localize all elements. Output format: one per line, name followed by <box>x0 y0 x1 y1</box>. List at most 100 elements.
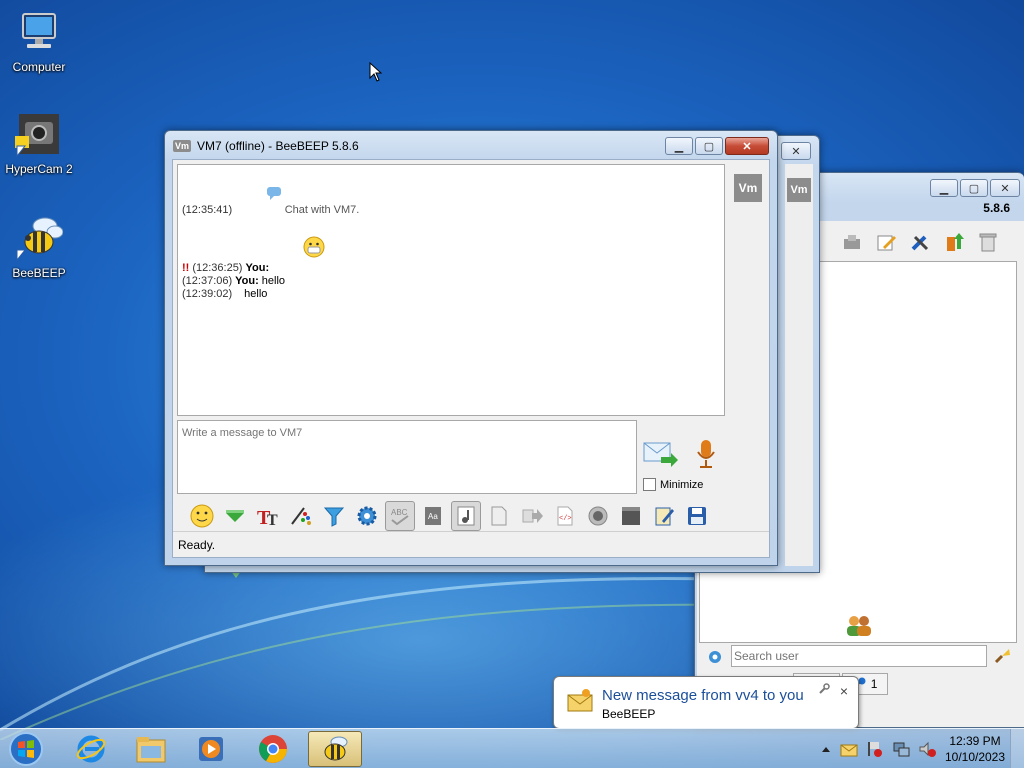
windows-logo-icon <box>9 732 43 766</box>
close-button[interactable]: ✕ <box>781 142 811 160</box>
minimize-button[interactable]: ▁ <box>930 179 958 197</box>
message-text: hello <box>261 275 286 287</box>
spellcheck-icon: ABC <box>391 508 409 526</box>
gear-icon <box>357 506 377 526</box>
spellcheck-button[interactable]: ABC <box>385 501 415 531</box>
taskbar: 12:39 PM 10/10/2023 <box>0 728 1024 768</box>
beebeep-tray-icon[interactable] <box>836 729 862 768</box>
notification-close-button[interactable]: × <box>840 683 848 699</box>
trash-icon[interactable] <box>973 227 1003 257</box>
message-text: Chat with VM7. <box>284 204 360 216</box>
maximize-button[interactable]: ▢ <box>960 179 988 197</box>
chat-message: !! (12:36:25) You: <box>182 223 720 275</box>
font-button[interactable]: TT <box>253 501 283 531</box>
internet-explorer-icon <box>76 735 106 763</box>
window-controls: ▁ ▢ ✕ <box>930 179 1020 197</box>
main-toolbar <box>837 227 1003 257</box>
taskbar-ie[interactable] <box>64 731 118 767</box>
message-time: (12:39:02) <box>182 288 233 300</box>
close-button[interactable]: ✕ <box>990 179 1020 197</box>
save-chat-button[interactable] <box>220 501 250 531</box>
settings-tools-icon[interactable] <box>905 227 935 257</box>
chat-panel: (12:35:41) Chat with VM7. !! (12:36:25) … <box>172 159 770 558</box>
window-badge: Vm <box>173 140 192 152</box>
message-time: (12:37:06) <box>182 275 233 287</box>
taskbar-media-player[interactable] <box>184 731 238 767</box>
hypercam-icon <box>15 110 63 158</box>
message-sender: You: <box>245 262 270 274</box>
camera-icon <box>588 506 608 526</box>
status-text: Ready. <box>178 538 216 552</box>
network-icon[interactable] <box>837 227 867 257</box>
desktop-icon-hypercam[interactable]: HyperCam 2 <box>1 110 77 176</box>
terminal-button[interactable] <box>616 501 646 531</box>
save-button[interactable] <box>682 501 712 531</box>
edit-button[interactable] <box>649 501 679 531</box>
mouse-cursor-icon <box>369 61 383 85</box>
forward-icon <box>522 509 543 523</box>
message-input[interactable] <box>177 420 637 494</box>
desktop-icon-label: BeeBEEP <box>12 266 66 280</box>
taskbar-beebeep[interactable] <box>308 731 362 767</box>
desktop-icon-computer[interactable]: Computer <box>1 8 77 74</box>
show-desktop-button[interactable] <box>1010 729 1024 768</box>
emoticon-button[interactable] <box>187 501 217 531</box>
update-icon[interactable] <box>939 227 969 257</box>
clock[interactable]: 12:39 PM 10/10/2023 <box>940 733 1010 765</box>
file-icon <box>491 506 507 526</box>
filter-icon <box>323 507 345 527</box>
taskbar-explorer[interactable] <box>124 731 178 767</box>
action-center-icon[interactable] <box>862 729 888 768</box>
minimize-checkbox[interactable]: Minimize <box>643 478 703 491</box>
window-controls: ✕ <box>781 142 811 160</box>
avatar: Vm <box>787 178 811 202</box>
send-icon <box>643 442 678 467</box>
minimize-button[interactable]: ▁ <box>665 137 693 155</box>
start-button[interactable] <box>6 731 46 767</box>
message-time: (12:36:25) <box>192 262 243 274</box>
send-folder-button[interactable] <box>517 501 547 531</box>
maximize-button[interactable]: ▢ <box>695 137 723 155</box>
bee-icon <box>324 736 348 761</box>
svg-text:ABC: ABC <box>391 508 408 517</box>
sound-button[interactable] <box>451 501 481 531</box>
folder-icon <box>136 737 166 763</box>
send-button[interactable] <box>643 440 679 468</box>
notification-source: BeeBEEP <box>602 707 656 721</box>
chat-log[interactable]: (12:35:41) Chat with VM7. !! (12:36:25) … <box>177 164 725 416</box>
code-icon: </> <box>557 506 573 526</box>
clock-date: 10/10/2023 <box>944 750 1006 764</box>
download-icon <box>226 510 244 522</box>
html-button[interactable]: </> <box>550 501 580 531</box>
search-user-input[interactable] <box>731 645 987 667</box>
word-complete-button[interactable]: Aa <box>418 501 448 531</box>
voice-message-button[interactable] <box>693 438 719 470</box>
wrench-icon[interactable] <box>818 683 830 698</box>
screenshot-button[interactable] <box>583 501 613 531</box>
edit-profile-icon[interactable] <box>871 227 901 257</box>
chat-message: (12:35:41) Chat with VM7. <box>182 173 720 217</box>
desktop-icon-beebeep[interactable]: BeeBEEP <box>1 214 77 280</box>
font-color-button[interactable] <box>286 501 316 531</box>
chat-bubble-icon <box>235 173 282 217</box>
microphone-icon <box>697 440 715 468</box>
network-icon[interactable] <box>888 729 914 768</box>
checkbox[interactable] <box>643 478 656 491</box>
close-button[interactable]: ✕ <box>725 137 769 155</box>
filter-button[interactable] <box>319 501 349 531</box>
dictionary-icon: Aa <box>425 507 441 525</box>
floppy-icon <box>688 507 706 525</box>
volume-muted-icon[interactable] <box>914 729 940 768</box>
tab-label: 1 <box>870 677 878 691</box>
clear-search-icon[interactable] <box>993 647 1011 668</box>
chat-settings-button[interactable] <box>352 501 382 531</box>
notification-balloon[interactable]: New message from vv4 to you BeeBEEP × <box>553 676 859 729</box>
svg-text:T: T <box>267 512 278 528</box>
notepad-icon <box>655 507 674 526</box>
media-player-icon <box>199 737 223 761</box>
search-options-icon[interactable] <box>707 649 723 668</box>
send-file-button[interactable] <box>484 501 514 531</box>
svg-text:Aa: Aa <box>428 512 438 521</box>
taskbar-chrome[interactable] <box>246 731 300 767</box>
show-hidden-icons-icon[interactable] <box>816 729 836 768</box>
